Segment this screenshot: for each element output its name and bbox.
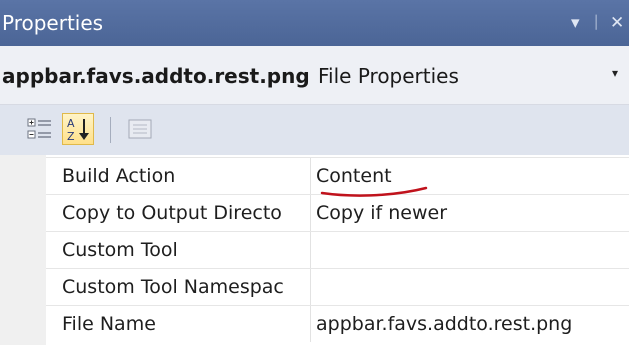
toolbar-separator <box>110 117 111 143</box>
property-grid: Build Action Content Copy to Output Dire… <box>0 155 629 345</box>
property-name: Build Action <box>62 158 311 194</box>
property-name: Custom Tool <box>62 232 311 268</box>
property-name: File Name <box>62 306 311 342</box>
object-selector[interactable]: appbar.favs.addto.rest.png File Properti… <box>0 46 629 105</box>
categorized-icon <box>27 118 51 139</box>
property-name: Custom Tool Namespac <box>62 269 311 305</box>
close-icon[interactable]: ✕ <box>610 11 624 35</box>
svg-text:Z: Z <box>67 130 75 143</box>
property-name: Copy to Output Directo <box>62 195 311 231</box>
red-annotation-underline <box>320 186 428 197</box>
window-position-dropdown-icon[interactable]: ▾ <box>571 11 580 35</box>
property-value[interactable]: appbar.favs.addto.rest.png <box>316 306 572 342</box>
alphabetical-sort-icon: A Z <box>67 117 89 143</box>
pin-icon[interactable]: ᛁ <box>591 11 601 35</box>
property-row-file-name[interactable]: File Name appbar.favs.addto.rest.png <box>46 305 629 342</box>
object-type: File Properties <box>318 64 459 88</box>
property-grid-gutter <box>0 155 46 345</box>
object-name: appbar.favs.addto.rest.png <box>2 64 310 88</box>
svg-text:A: A <box>67 117 75 130</box>
property-pages-icon <box>128 119 152 139</box>
object-selector-dropdown-icon[interactable]: ▾ <box>612 66 618 80</box>
property-pages-button[interactable] <box>124 113 156 145</box>
property-row-custom-tool[interactable]: Custom Tool <box>46 231 629 268</box>
alphabetical-button[interactable]: A Z <box>62 113 94 145</box>
panel-title: Properties <box>2 11 104 35</box>
categorized-button[interactable] <box>24 113 56 145</box>
properties-title-bar: Properties ▾ ᛁ ✕ <box>0 0 629 46</box>
property-row-custom-tool-namespace[interactable]: Custom Tool Namespac <box>46 268 629 305</box>
property-value[interactable]: Copy if newer <box>316 195 447 231</box>
properties-toolbar: A Z <box>0 105 629 155</box>
property-row-copy-to-output[interactable]: Copy to Output Directo Copy if newer <box>46 194 629 231</box>
